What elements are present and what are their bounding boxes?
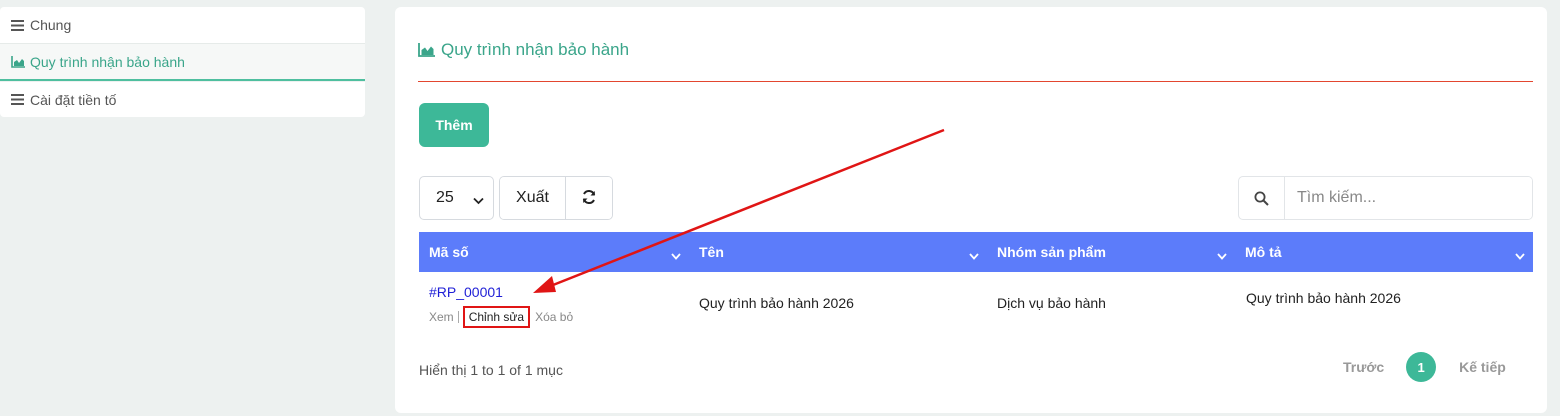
delete-action[interactable]: Xóa bỏ	[535, 310, 573, 324]
add-button[interactable]: Thêm	[419, 103, 489, 147]
chevron-down-icon	[1515, 247, 1525, 263]
table-tools: Xuất	[499, 176, 613, 220]
pagination: Trước 1 Kế tiếp	[1343, 352, 1506, 382]
sidebar-item-label: Quy trình nhận bảo hành	[30, 53, 185, 70]
search-icon	[1239, 177, 1285, 219]
code-cell: #RP_00001 Xem Chỉnh sửa Xóa bỏ	[429, 284, 573, 328]
chevron-down-icon	[1217, 247, 1227, 263]
product-group-cell: Dịch vụ bảo hành	[997, 295, 1106, 311]
column-label: Mã số	[429, 244, 469, 260]
table-row: #RP_00001 Xem Chỉnh sửa Xóa bỏ Quy trình…	[419, 272, 1533, 332]
per-page-value: 25	[436, 189, 454, 206]
sidebar-item-warranty-process[interactable]: Quy trình nhận bảo hành	[0, 43, 365, 81]
record-code-link[interactable]: #RP_00001	[429, 284, 503, 300]
action-separator	[457, 311, 459, 323]
column-header-name[interactable]: Tên	[689, 232, 987, 272]
area-chart-icon	[11, 55, 26, 68]
column-label: Mô tả	[1245, 244, 1282, 260]
export-button[interactable]: Xuất	[500, 177, 566, 219]
chevron-down-icon	[473, 192, 484, 210]
edit-action[interactable]: Chỉnh sửa	[462, 306, 531, 328]
row-actions: Xem Chỉnh sửa Xóa bỏ	[429, 306, 573, 328]
sidebar-item-label: Cài đặt tiền tố	[30, 91, 117, 108]
area-chart-icon	[418, 43, 435, 57]
search-input[interactable]	[1285, 177, 1532, 219]
column-label: Tên	[699, 244, 724, 260]
table-header: Mã số Tên Nhóm sản phẩm Mô tả	[419, 232, 1533, 272]
title-divider	[418, 81, 1533, 82]
sidebar-item-chung[interactable]: Chung	[0, 7, 365, 43]
page-number-button[interactable]: 1	[1406, 352, 1437, 382]
next-page-button[interactable]: Kế tiếp	[1459, 359, 1506, 375]
search-box	[1238, 176, 1533, 220]
main-panel: Quy trình nhận bảo hành Thêm 25 Xuất Tìm…	[395, 7, 1547, 413]
refresh-button[interactable]	[566, 177, 612, 219]
column-header-description[interactable]: Mô tả	[1235, 232, 1533, 272]
bars-icon	[11, 19, 26, 31]
refresh-icon	[581, 189, 597, 208]
table-info: Hiển thị 1 to 1 of 1 mục	[419, 362, 563, 378]
description-cell: Quy trình bảo hành 2026	[1246, 290, 1401, 306]
bars-icon	[11, 94, 26, 105]
column-label: Nhóm sản phẩm	[997, 244, 1106, 260]
column-header-product-group[interactable]: Nhóm sản phẩm	[987, 232, 1235, 272]
per-page-select[interactable]: 25	[419, 176, 494, 220]
view-action[interactable]: Xem	[429, 310, 454, 324]
sidebar-item-label: Chung	[30, 17, 72, 33]
sidebar-item-prefix-settings[interactable]: Cài đặt tiền tố	[0, 81, 365, 117]
page-title-text: Quy trình nhận bảo hành	[441, 40, 630, 59]
column-header-code[interactable]: Mã số	[419, 232, 689, 272]
chevron-down-icon	[969, 247, 979, 263]
name-cell: Quy trình bảo hành 2026	[699, 295, 854, 311]
prev-page-button[interactable]: Trước	[1343, 359, 1384, 375]
chevron-down-icon	[671, 247, 681, 263]
page-title: Quy trình nhận bảo hành	[418, 39, 629, 61]
settings-sidebar: Chung Quy trình nhận bảo hành Cài đặt ti…	[0, 7, 365, 117]
